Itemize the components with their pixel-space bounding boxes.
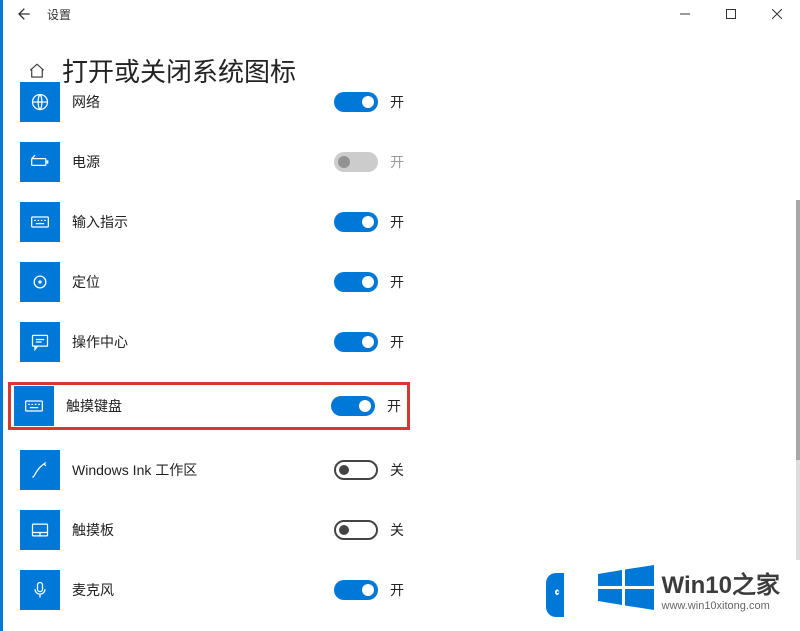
setting-row-touchpad: 触摸板 关 xyxy=(20,510,410,550)
toggle-touch-keyboard[interactable] xyxy=(331,396,375,416)
keyboard-icon xyxy=(20,202,60,242)
back-button[interactable] xyxy=(3,0,43,28)
toggle-state-label: 开 xyxy=(390,580,410,600)
toggle-state-label: 开 xyxy=(390,212,410,232)
setting-label: 定位 xyxy=(72,272,334,292)
setting-row-power: 电源 开 xyxy=(20,142,410,182)
setting-label: 操作中心 xyxy=(72,332,334,352)
setting-row-windows-ink: Windows Ink 工作区 关 xyxy=(20,450,410,490)
setting-row-network: 网络 开 xyxy=(20,82,410,122)
globe-icon xyxy=(20,82,60,122)
scrollbar-thumb[interactable] xyxy=(796,200,800,460)
toggle-state-label: 开 xyxy=(390,152,410,172)
setting-row-microphone: 麦克风 开 xyxy=(20,570,410,610)
arrow-left-icon xyxy=(15,6,31,22)
watermark-text: Win10之家 xyxy=(662,565,780,600)
setting-row-location: 定位 开 xyxy=(20,262,410,302)
toggle-touchpad[interactable] xyxy=(334,520,378,540)
watermark-url: www.win10xitong.com xyxy=(662,600,780,612)
titlebar: 设置 xyxy=(3,0,800,28)
keyboard-icon xyxy=(14,386,54,426)
toggle-state-label: 关 xyxy=(390,520,410,540)
close-icon xyxy=(772,9,782,19)
setting-row-touch-keyboard: 触摸键盘 开 xyxy=(8,382,410,430)
home-button[interactable] xyxy=(22,56,52,86)
window-title: 设置 xyxy=(43,6,71,23)
setting-label: 触摸板 xyxy=(72,520,334,540)
minimize-button[interactable] xyxy=(662,0,708,28)
target-icon xyxy=(20,262,60,302)
toggle-windows-ink[interactable] xyxy=(334,460,378,480)
toggle-action-center[interactable] xyxy=(334,332,378,352)
toggle-state-label: 开 xyxy=(390,272,410,292)
comment-icon xyxy=(20,322,60,362)
minimize-icon xyxy=(680,9,690,19)
windows-logo-icon xyxy=(596,556,656,621)
setting-label: 输入指示 xyxy=(72,212,334,232)
home-icon xyxy=(28,62,46,80)
mic-icon xyxy=(20,570,60,610)
pen-icon xyxy=(20,450,60,490)
toggle-microphone[interactable] xyxy=(334,580,378,600)
setting-label: 麦克风 xyxy=(72,580,334,600)
toggle-state-label: 开 xyxy=(390,332,410,352)
toggle-power xyxy=(334,152,378,172)
close-button[interactable] xyxy=(754,0,800,28)
toggle-location[interactable] xyxy=(334,272,378,292)
toggle-state-label: 开 xyxy=(390,92,410,112)
window-left-border xyxy=(0,0,3,631)
toggle-state-label: 关 xyxy=(390,460,410,480)
touchpad-icon xyxy=(20,510,60,550)
maximize-icon xyxy=(726,9,736,19)
toggle-network[interactable] xyxy=(334,92,378,112)
battery-icon xyxy=(20,142,60,182)
edge-mascot-icon xyxy=(546,573,564,617)
setting-label: 网络 xyxy=(72,92,334,112)
setting-label: 触摸键盘 xyxy=(66,396,331,416)
toggle-input-indicator[interactable] xyxy=(334,212,378,232)
setting-row-action-center: 操作中心 开 xyxy=(20,322,410,362)
watermark: Win10之家 www.win10xitong.com xyxy=(596,556,780,621)
setting-row-input-indicator: 输入指示 开 xyxy=(20,202,410,242)
setting-label: 电源 xyxy=(72,152,334,172)
toggle-state-label: 开 xyxy=(387,396,407,416)
setting-label: Windows Ink 工作区 xyxy=(72,460,334,480)
settings-list: 网络开电源开输入指示开定位开操作中心开触摸键盘开Windows Ink 工作区关… xyxy=(20,82,410,630)
maximize-button[interactable] xyxy=(708,0,754,28)
